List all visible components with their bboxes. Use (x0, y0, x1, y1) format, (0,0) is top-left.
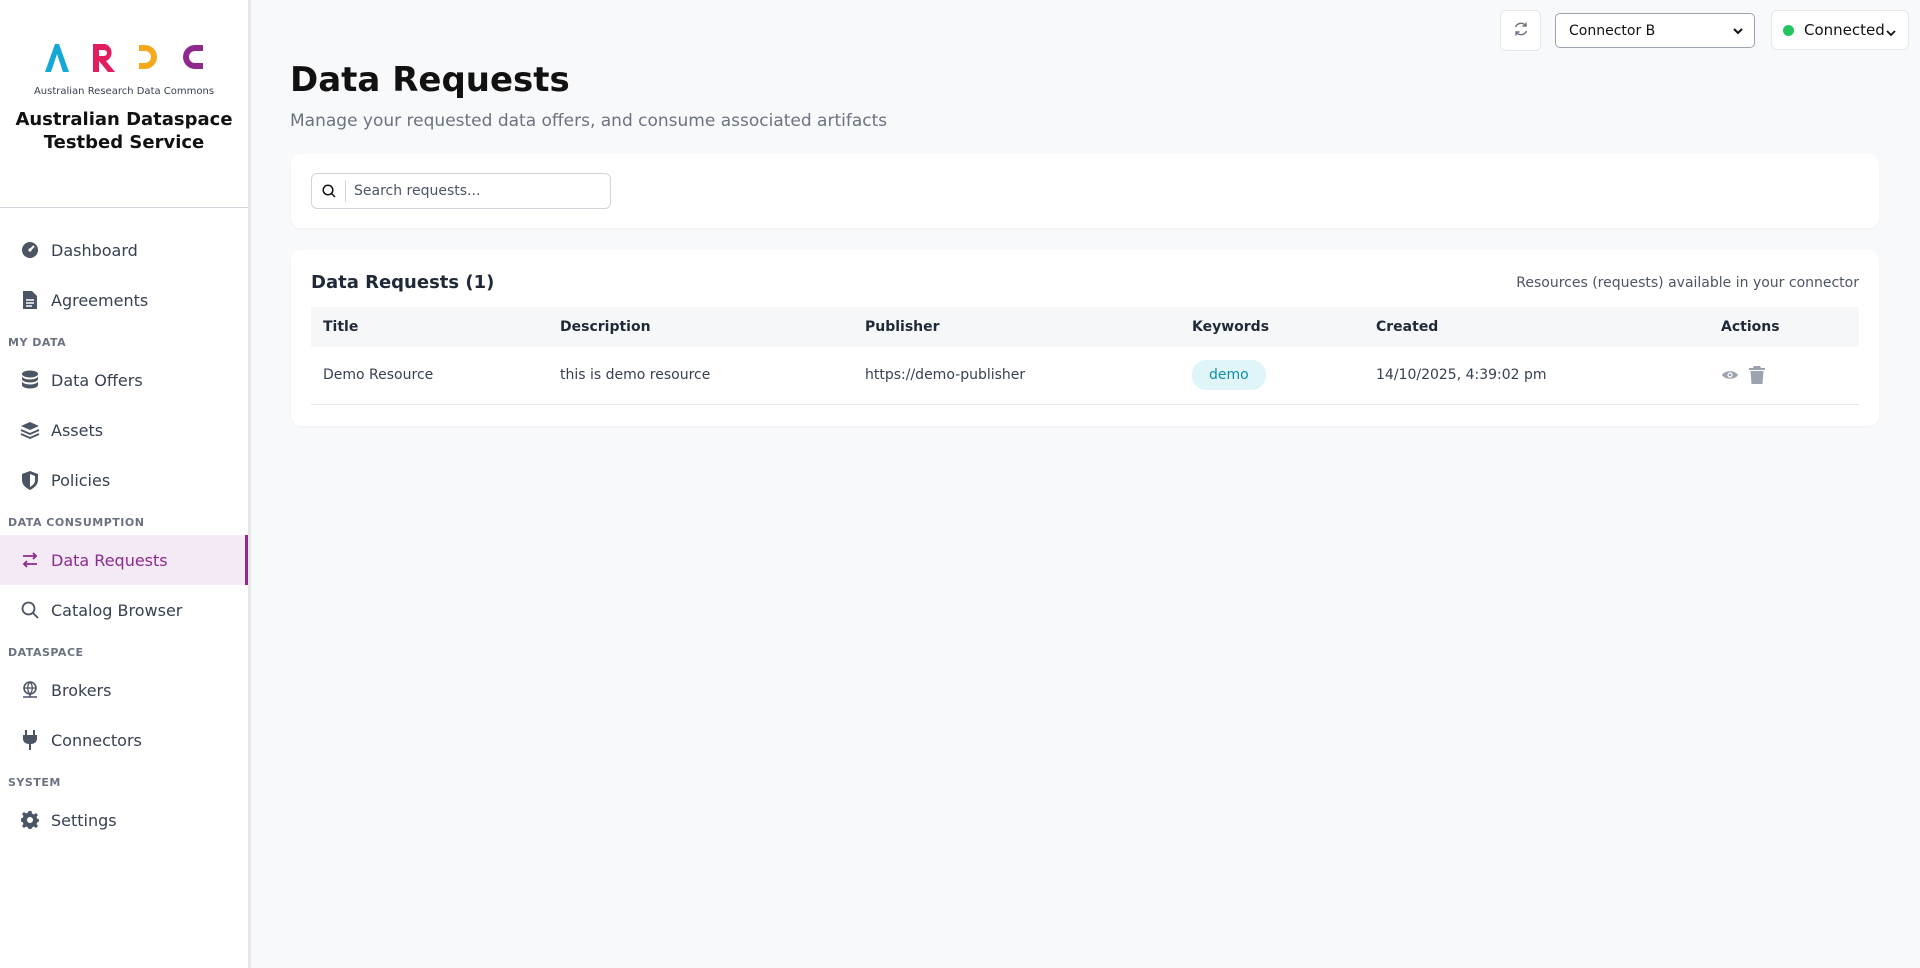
column-header-description[interactable]: Description (548, 307, 853, 347)
status-indicator-dot (1783, 24, 1794, 36)
sidebar-item-data-requests[interactable]: Data Requests (0, 535, 248, 585)
sidebar-item-label: Brokers (51, 680, 112, 700)
column-header-keywords[interactable]: Keywords (1180, 307, 1364, 347)
sidebar-item-catalog-browser[interactable]: Catalog Browser (0, 585, 248, 635)
column-header-title[interactable]: Title (311, 307, 548, 347)
column-header-publisher[interactable]: Publisher (853, 307, 1180, 347)
table-title: Data Requests (1) (311, 272, 495, 293)
section-title-system: SYSTEM (8, 776, 61, 789)
document-icon (20, 290, 40, 310)
logo-subtitle: Australian Research Data Commons (33, 86, 215, 97)
cell-actions (1709, 347, 1859, 404)
search-icon (312, 180, 346, 202)
chevron-down-icon (1885, 25, 1897, 43)
sidebar-item-label: Agreements (51, 290, 149, 310)
sidebar-item-brokers[interactable]: Brokers (0, 665, 248, 715)
cell-created: 14/10/2025, 4:39:02 pm (1376, 367, 1547, 384)
section-title-my-data: MY DATA (8, 336, 67, 349)
section-title-dataspace: DATASPACE (8, 646, 84, 659)
page-subtitle: Manage your requested data offers, and c… (290, 111, 888, 131)
sidebar-nav: Dashboard Agreements MY DATA Data Offers… (0, 208, 248, 845)
sidebar: Australian Research Data Commons Austral… (0, 0, 251, 968)
ardc-logo (0, 42, 248, 76)
sidebar-item-label: Data Requests (51, 550, 168, 570)
search-input[interactable] (346, 183, 596, 199)
database-icon (20, 370, 40, 390)
sidebar-item-assets[interactable]: Assets (0, 405, 248, 455)
table-note: Resources (requests) available in your c… (1516, 274, 1859, 291)
sidebar-item-data-offers[interactable]: Data Offers (0, 355, 248, 405)
sidebar-item-policies[interactable]: Policies (0, 455, 248, 505)
search-card (291, 154, 1879, 228)
data-requests-card: Data Requests (1) Resources (requests) a… (291, 250, 1879, 426)
app-title-line1: Australian Dataspace (15, 109, 233, 130)
refresh-button[interactable] (1500, 10, 1541, 51)
dashboard-icon (20, 240, 40, 260)
refresh-icon (1513, 21, 1529, 41)
sidebar-item-label: Connectors (51, 730, 142, 750)
column-header-created[interactable]: Created (1364, 307, 1709, 347)
table-header-bar: Data Requests (1) Resources (requests) a… (311, 272, 1859, 293)
section-title-data-consumption: DATA CONSUMPTION (8, 516, 145, 529)
delete-icon[interactable] (1749, 366, 1765, 385)
brand: Australian Research Data Commons Austral… (0, 0, 248, 208)
keyword-badge: demo (1192, 360, 1266, 391)
connection-status-dropdown[interactable]: Connected (1771, 10, 1909, 50)
cell-keywords: demo (1180, 347, 1364, 404)
search-box (311, 173, 611, 209)
sidebar-item-label: Dashboard (51, 240, 138, 260)
connector-select-value: Connector B (1569, 22, 1656, 39)
sidebar-item-dashboard[interactable]: Dashboard (0, 225, 248, 275)
plug-icon (20, 730, 40, 750)
app-title: Australian Dataspace Testbed Service (0, 108, 248, 154)
exchange-icon (20, 550, 40, 570)
column-header-actions: Actions (1721, 319, 1780, 335)
shield-icon (20, 470, 40, 490)
search-icon (20, 600, 40, 620)
sidebar-item-label: Data Offers (51, 370, 143, 390)
cell-title: Demo Resource (323, 367, 434, 384)
sidebar-item-connectors[interactable]: Connectors (0, 715, 248, 765)
logo-letter-r (93, 44, 115, 72)
network-icon (20, 680, 40, 700)
cell-description: this is demo resource (560, 367, 711, 384)
page-title: Data Requests (290, 60, 570, 100)
logo-letter-c (183, 45, 203, 69)
layers-icon (20, 420, 40, 440)
cell-publisher: https://demo-publisher (865, 367, 1026, 384)
chevron-down-icon (1732, 25, 1744, 41)
sidebar-item-agreements[interactable]: Agreements (0, 275, 248, 325)
app-title-line2: Testbed Service (43, 132, 205, 153)
table-header-row: Title Description Publisher Keywords Cre… (311, 307, 1859, 347)
gear-icon (20, 810, 40, 830)
sidebar-item-settings[interactable]: Settings (0, 795, 248, 845)
sidebar-item-label: Assets (51, 420, 104, 440)
connector-select[interactable]: Connector B (1555, 13, 1755, 48)
data-requests-table: Title Description Publisher Keywords Cre… (311, 307, 1859, 405)
logo-letter-a (45, 44, 69, 72)
table-row[interactable]: Demo Resource this is demo resource http… (311, 347, 1859, 404)
view-icon[interactable] (1721, 369, 1739, 381)
sidebar-item-label: Settings (51, 810, 117, 830)
sidebar-item-label: Catalog Browser (51, 600, 183, 620)
logo-letter-d (139, 45, 157, 69)
connection-status-label: Connected (1804, 21, 1885, 39)
sidebar-item-label: Policies (51, 470, 111, 490)
